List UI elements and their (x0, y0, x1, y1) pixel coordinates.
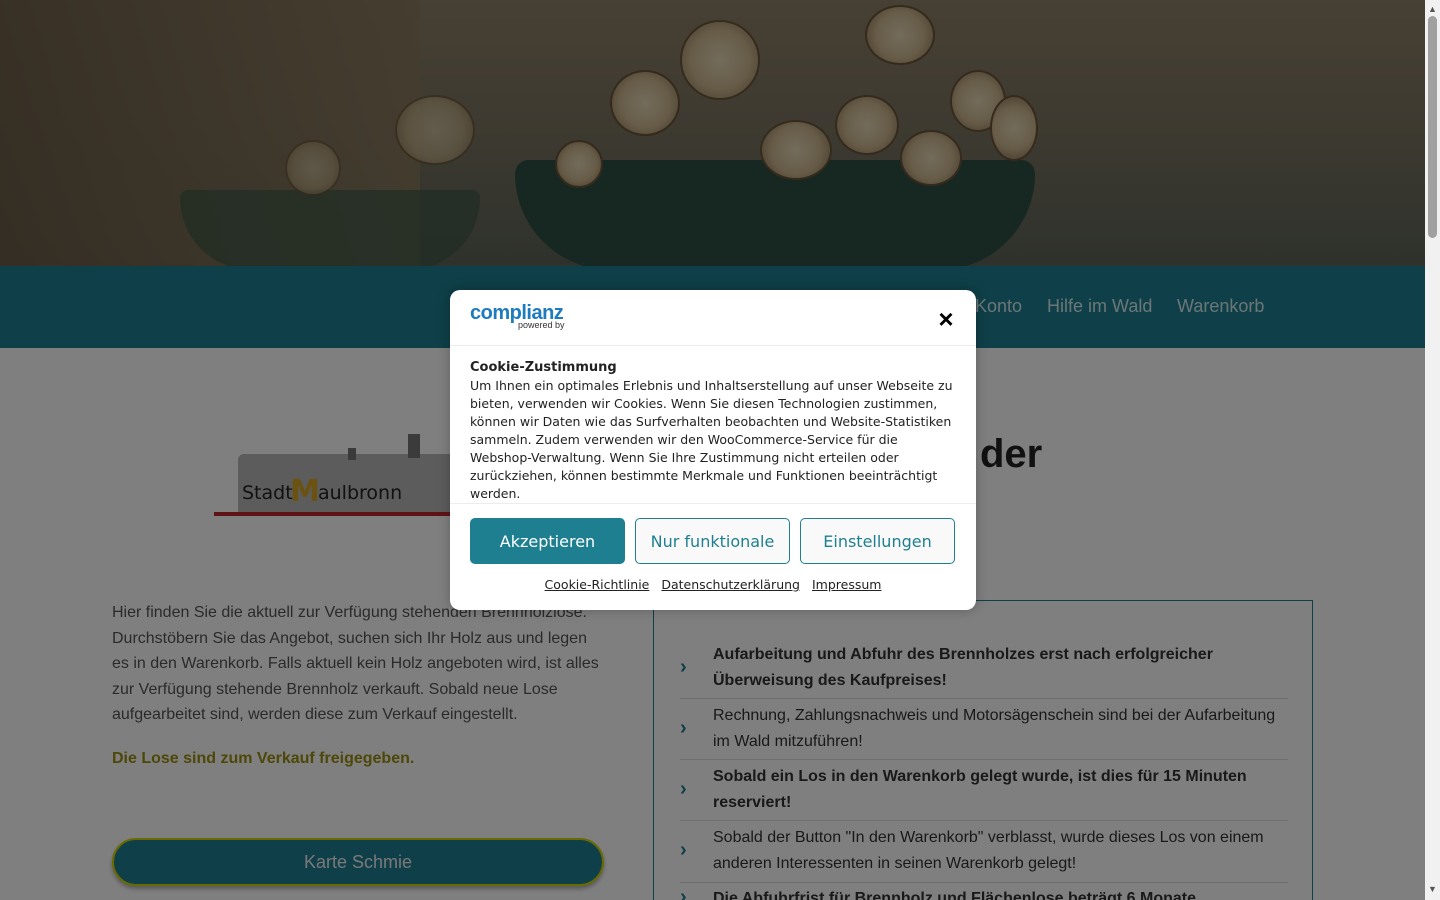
cookie-dialog-header: complianz powered by × (450, 290, 976, 346)
scrollbar-thumb[interactable] (1428, 16, 1437, 238)
powered-by-label: powered by (518, 320, 565, 330)
cookie-dialog-message: Um Ihnen ein optimales Erlebnis und Inha… (470, 378, 953, 501)
scroll-down-arrow-icon[interactable]: ▼ (1428, 884, 1437, 894)
privacy-policy-link[interactable]: Datenschutzerklärung (661, 577, 800, 592)
cookie-dialog-links: Cookie-Richtlinie Datenschutzerklärung I… (450, 577, 976, 592)
scroll-up-arrow-icon[interactable]: ▲ (1428, 4, 1437, 14)
functional-only-button[interactable]: Nur funktionale (635, 518, 790, 564)
accept-button[interactable]: Akzeptieren (470, 518, 625, 564)
cookie-consent-dialog: complianz powered by × Cookie-Zustimmung… (450, 290, 976, 610)
imprint-link[interactable]: Impressum (812, 577, 881, 592)
close-icon[interactable]: × (934, 306, 958, 332)
settings-button[interactable]: Einstellungen (800, 518, 955, 564)
cookie-policy-link[interactable]: Cookie-Richtlinie (545, 577, 650, 592)
cookie-dialog-title: Cookie-Zustimmung (470, 360, 617, 375)
